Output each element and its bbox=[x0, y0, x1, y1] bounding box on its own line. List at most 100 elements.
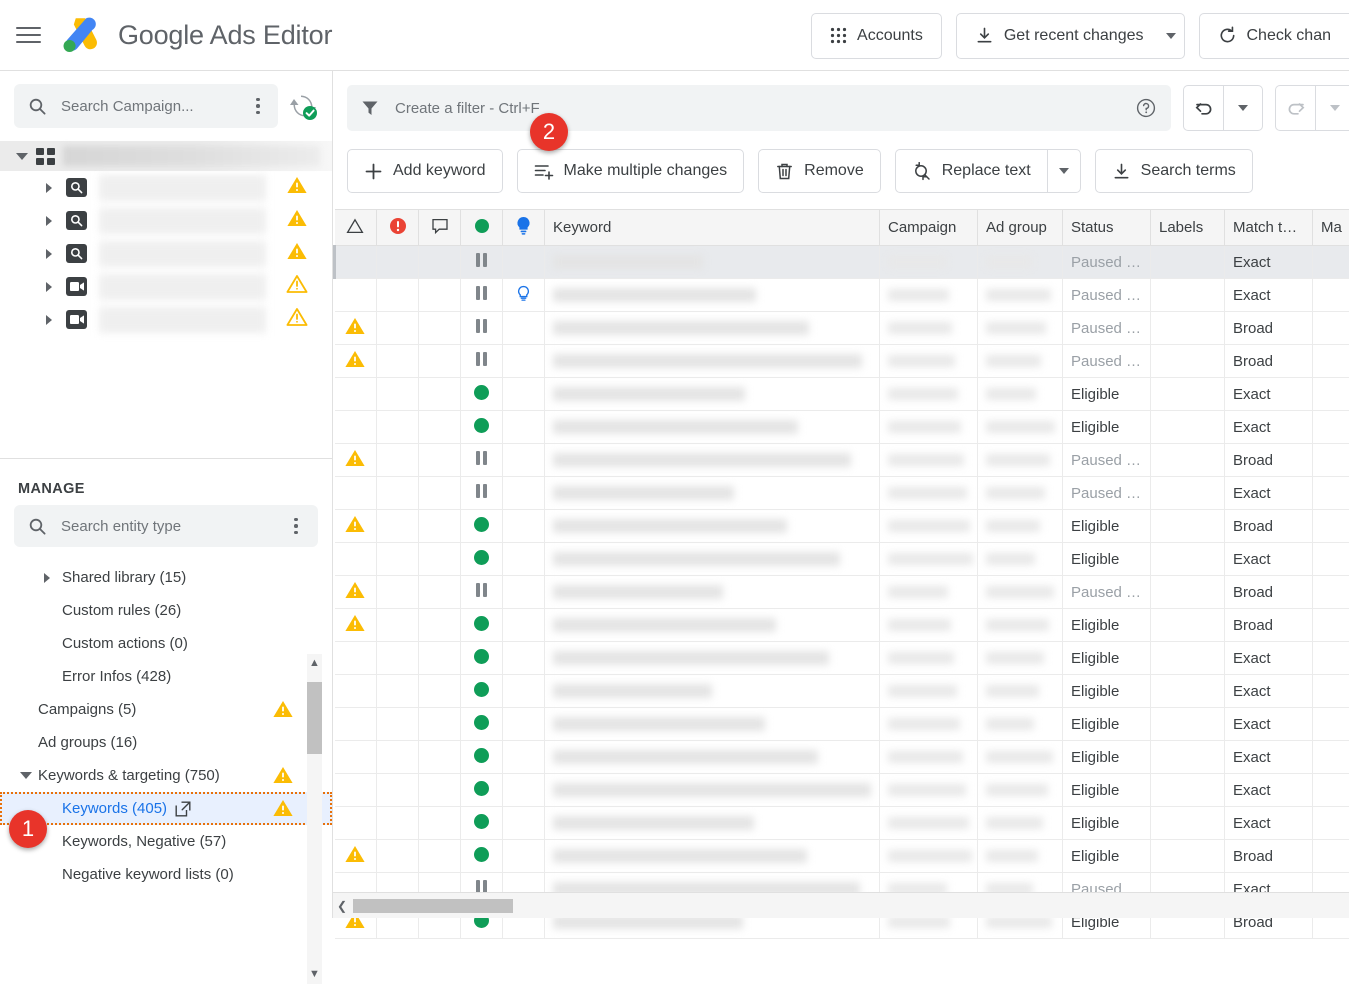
cell-labels[interactable] bbox=[1151, 576, 1225, 609]
entity-row[interactable]: Keywords & targeting (750) bbox=[0, 759, 332, 792]
cell-state[interactable] bbox=[461, 477, 503, 510]
cell-match-type[interactable]: Exact bbox=[1225, 378, 1313, 411]
cell-status[interactable]: Eligible bbox=[1063, 774, 1151, 807]
cell-match-type[interactable]: Exact bbox=[1225, 807, 1313, 840]
hamburger-menu-icon[interactable] bbox=[16, 20, 46, 50]
col-header-warning[interactable] bbox=[335, 210, 377, 246]
cell-partial[interactable] bbox=[1313, 741, 1349, 774]
check-changes-button[interactable]: Check chan bbox=[1199, 13, 1349, 59]
table-row[interactable]: EligibleBroad bbox=[335, 840, 1349, 873]
cell-ad-group[interactable] bbox=[978, 774, 1063, 807]
cell-labels[interactable] bbox=[1151, 675, 1225, 708]
cell-match-type[interactable]: Broad bbox=[1225, 510, 1313, 543]
cell-recommendation[interactable] bbox=[503, 279, 545, 312]
cell-status[interactable]: Eligible bbox=[1063, 840, 1151, 873]
cell-warning[interactable] bbox=[335, 378, 377, 411]
cell-error[interactable] bbox=[377, 279, 419, 312]
collapse-triangle-icon[interactable] bbox=[20, 772, 32, 779]
cell-labels[interactable] bbox=[1151, 840, 1225, 873]
table-row[interactable]: EligibleExact bbox=[335, 807, 1349, 840]
cell-keyword[interactable] bbox=[545, 378, 880, 411]
cell-state[interactable] bbox=[461, 312, 503, 345]
cell-keyword[interactable] bbox=[545, 609, 880, 642]
cell-comment[interactable] bbox=[419, 840, 461, 873]
cell-ad-group[interactable] bbox=[978, 477, 1063, 510]
col-header-partial[interactable]: Ma bbox=[1313, 210, 1349, 246]
accounts-button[interactable]: Accounts bbox=[811, 13, 942, 59]
col-header-ad-group[interactable]: Ad group bbox=[978, 210, 1063, 246]
cell-warning[interactable] bbox=[335, 576, 377, 609]
cell-partial[interactable] bbox=[1313, 708, 1349, 741]
cell-campaign[interactable] bbox=[880, 477, 978, 510]
campaign-tree-row[interactable] bbox=[0, 270, 332, 303]
cell-partial[interactable] bbox=[1313, 345, 1349, 378]
cell-match-type[interactable]: Exact bbox=[1225, 708, 1313, 741]
cell-state[interactable] bbox=[461, 840, 503, 873]
cell-status[interactable]: Eligible bbox=[1063, 708, 1151, 741]
cell-match-type[interactable]: Exact bbox=[1225, 246, 1313, 279]
cell-campaign[interactable] bbox=[880, 279, 978, 312]
replace-text-button[interactable]: Replace text bbox=[895, 149, 1047, 193]
cell-status[interactable]: Eligible bbox=[1063, 642, 1151, 675]
cell-partial[interactable] bbox=[1313, 807, 1349, 840]
cell-labels[interactable] bbox=[1151, 312, 1225, 345]
cell-comment[interactable] bbox=[419, 312, 461, 345]
cell-campaign[interactable] bbox=[880, 246, 978, 279]
col-header-status-text[interactable]: Status bbox=[1063, 210, 1151, 246]
cell-labels[interactable] bbox=[1151, 279, 1225, 312]
cell-warning[interactable] bbox=[335, 543, 377, 576]
cell-campaign[interactable] bbox=[880, 312, 978, 345]
cell-match-type[interactable]: Exact bbox=[1225, 543, 1313, 576]
campaign-tree-row[interactable] bbox=[0, 303, 332, 336]
cell-recommendation[interactable] bbox=[503, 510, 545, 543]
cell-campaign[interactable] bbox=[880, 411, 978, 444]
cell-labels[interactable] bbox=[1151, 345, 1225, 378]
cell-campaign[interactable] bbox=[880, 609, 978, 642]
expand-triangle-icon[interactable] bbox=[46, 315, 52, 325]
cell-state[interactable] bbox=[461, 279, 503, 312]
cell-keyword[interactable] bbox=[545, 543, 880, 576]
entity-row[interactable]: Negative keyword lists (0) bbox=[0, 858, 332, 891]
cell-keyword[interactable] bbox=[545, 807, 880, 840]
table-row[interactable]: Paused …Exact bbox=[335, 279, 1349, 312]
cell-keyword[interactable] bbox=[545, 774, 880, 807]
cell-status[interactable]: Paused … bbox=[1063, 279, 1151, 312]
cell-warning[interactable] bbox=[335, 708, 377, 741]
table-row[interactable]: Paused …Broad bbox=[335, 345, 1349, 378]
cell-comment[interactable] bbox=[419, 378, 461, 411]
cell-status[interactable]: Eligible bbox=[1063, 675, 1151, 708]
cell-ad-group[interactable] bbox=[978, 411, 1063, 444]
cell-recommendation[interactable] bbox=[503, 312, 545, 345]
row-warning-icon[interactable] bbox=[344, 587, 366, 604]
cell-labels[interactable] bbox=[1151, 411, 1225, 444]
campaign-warning-icon[interactable] bbox=[286, 274, 308, 299]
cell-status[interactable]: Eligible bbox=[1063, 378, 1151, 411]
replace-text-dropdown-button[interactable] bbox=[1047, 149, 1081, 193]
table-row[interactable]: Eligible Exact bbox=[335, 708, 1349, 741]
cell-ad-group[interactable] bbox=[978, 378, 1063, 411]
cell-keyword[interactable] bbox=[545, 312, 880, 345]
cell-comment[interactable] bbox=[419, 411, 461, 444]
cell-match-type[interactable]: Exact bbox=[1225, 411, 1313, 444]
cell-ad-group[interactable] bbox=[978, 279, 1063, 312]
scroll-left-icon[interactable]: ❮ bbox=[333, 899, 351, 913]
cell-recommendation[interactable] bbox=[503, 675, 545, 708]
entity-row[interactable]: Campaigns (5) bbox=[0, 693, 332, 726]
cell-campaign[interactable] bbox=[880, 576, 978, 609]
cell-partial[interactable] bbox=[1313, 378, 1349, 411]
cell-campaign[interactable] bbox=[880, 840, 978, 873]
cell-recommendation[interactable] bbox=[503, 840, 545, 873]
expand-triangle-icon[interactable] bbox=[46, 216, 52, 226]
table-row[interactable]: EligibleBroad bbox=[335, 510, 1349, 543]
cell-status[interactable]: Eligible bbox=[1063, 609, 1151, 642]
cell-error[interactable] bbox=[377, 312, 419, 345]
cell-warning[interactable] bbox=[335, 510, 377, 543]
cell-labels[interactable] bbox=[1151, 510, 1225, 543]
cell-error[interactable] bbox=[377, 774, 419, 807]
table-row[interactable]: EligibleExact bbox=[335, 543, 1349, 576]
cell-ad-group[interactable] bbox=[978, 576, 1063, 609]
table-row[interactable]: Paused …Exact bbox=[335, 246, 1349, 279]
horizontal-scrollbar[interactable]: ❮ bbox=[333, 892, 1349, 918]
cell-warning[interactable] bbox=[335, 477, 377, 510]
cell-warning[interactable] bbox=[335, 741, 377, 774]
